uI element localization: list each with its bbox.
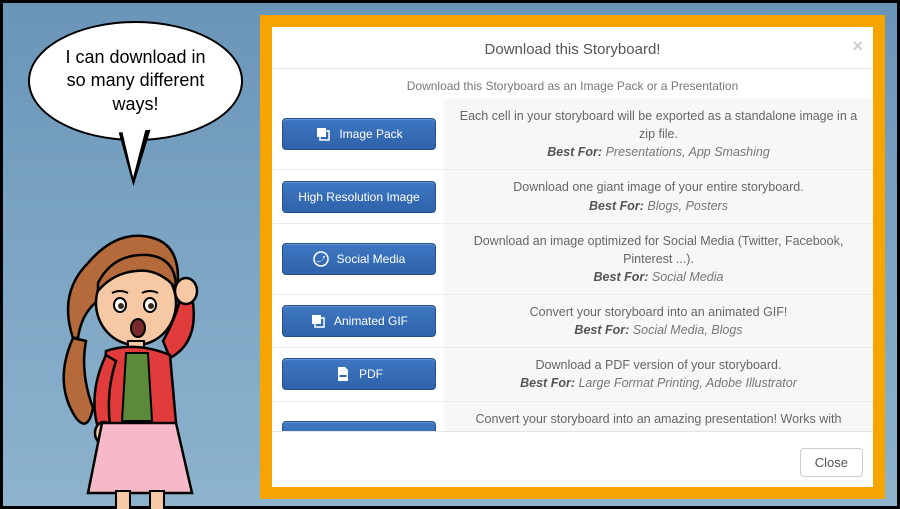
twitter-icon xyxy=(313,251,329,267)
button-label: PDF xyxy=(359,367,383,381)
option-description: Each cell in your storyboard will be exp… xyxy=(444,99,873,169)
modal-footer: Close xyxy=(272,431,873,487)
powerpoint-button[interactable]: PowerPoint xyxy=(282,421,436,431)
modal-subtitle: Download this Storyboard as an Image Pac… xyxy=(272,69,873,99)
image-pack-button[interactable]: Image Pack xyxy=(282,118,436,150)
social-media-button[interactable]: Social Media xyxy=(282,243,436,275)
download-options: Image Pack Each cell in your storyboard … xyxy=(272,99,873,431)
option-animated-gif: Animated GIF Convert your storyboard int… xyxy=(272,294,873,347)
speech-bubble: I can download in so many different ways… xyxy=(28,21,243,141)
option-social-media: Social Media Download an image optimized… xyxy=(272,223,873,294)
stack-icon xyxy=(315,126,331,142)
button-label: Image Pack xyxy=(339,127,402,141)
option-high-res: High Resolution Image Download one giant… xyxy=(272,169,873,222)
pdf-icon xyxy=(335,366,351,382)
option-description: Convert your storyboard into an animated… xyxy=(444,295,873,347)
character-girl xyxy=(58,223,228,508)
speech-bubble-text: I can download in so many different ways… xyxy=(55,46,216,116)
button-label: High Resolution Image xyxy=(298,190,419,204)
stack-icon xyxy=(310,313,326,329)
animated-gif-button[interactable]: Animated GIF xyxy=(282,305,436,337)
pdf-button[interactable]: PDF xyxy=(282,358,436,390)
button-label: Animated GIF xyxy=(334,314,408,328)
option-description: Download a PDF version of your storyboar… xyxy=(444,348,873,400)
storyboard-frame: I can download in so many different ways… xyxy=(0,0,900,509)
option-image-pack: Image Pack Each cell in your storyboard … xyxy=(272,99,873,169)
modal-title: Download this Storyboard! xyxy=(485,41,661,58)
download-modal: Download this Storyboard! × Download thi… xyxy=(272,27,873,487)
option-description: Download one giant image of your entire … xyxy=(444,170,873,222)
modal-backdrop: Download this Storyboard! × Download thi… xyxy=(260,15,885,499)
option-powerpoint: PowerPoint Convert your storyboard into … xyxy=(272,401,873,432)
option-description: Convert your storyboard into an amazing … xyxy=(444,402,873,432)
close-button[interactable]: Close xyxy=(800,448,863,477)
option-description: Download an image optimized for Social M… xyxy=(444,224,873,294)
option-pdf: PDF Download a PDF version of your story… xyxy=(272,347,873,400)
button-label: Social Media xyxy=(337,252,406,266)
modal-header: Download this Storyboard! × xyxy=(272,27,873,69)
close-icon[interactable]: × xyxy=(852,37,863,55)
high-res-button[interactable]: High Resolution Image xyxy=(282,181,436,213)
